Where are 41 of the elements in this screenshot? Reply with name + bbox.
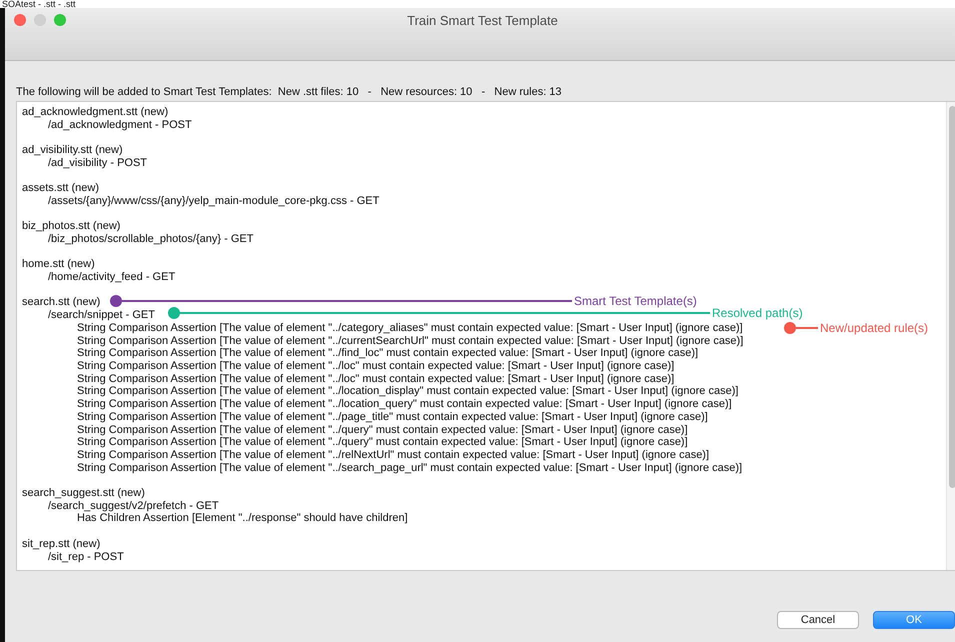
rule-text: String Comparison Assertion [The value of element "../category_aliases" must contain expected value: [Smart - User Input] (ignore case)]: [77, 322, 743, 335]
close-icon[interactable]: [14, 14, 26, 26]
callout-label: Smart Test Template(s): [573, 294, 697, 308]
background-window-title: SOAtest - .stt - .stt: [1, 0, 77, 8]
minimize-icon[interactable]: [34, 14, 46, 26]
resource-path: /search_suggest/v2/prefetch - GET: [48, 500, 219, 512]
file-name: assets.stt (new): [22, 182, 100, 195]
zoom-icon[interactable]: [54, 14, 66, 26]
rule-text: String Comparison Assertion [The value of element "../search_page_url" must contain expected value: [Smart - User Input] (ignore case)]: [77, 462, 742, 474]
rule-text: String Comparison Assertion [The value of element "../query" must contain expected value: [Smart - User Input] (ignore case)]: [77, 424, 688, 436]
cancel-button[interactable]: Cancel: [777, 611, 859, 629]
rule-text: String Comparison Assertion [The value of element "../relNextUrl" must contain expected value: [Smart - User Input] (ignore case)]: [77, 448, 710, 462]
resource-path: /assets/{any}/www/css/{any}/yelp_main-module_core-pkg.css - GET: [48, 194, 380, 208]
file-name: search.stt (new): [22, 296, 100, 310]
rule-text: String Comparison Assertion [The value of element "../loc" must contain expected value: [Smart - User Input] (ignore case)]: [77, 360, 674, 373]
resource-path: /search/snippet - GET: [48, 309, 155, 322]
rule-text: String Comparison Assertion [The value of element "../currentSearchUrl" must contain expected value: [Smart - User Input] (ignore case)]: [77, 334, 744, 348]
resource-path: /ad_visibility - POST: [48, 156, 148, 170]
file-name: ad_acknowledgment.stt (new): [22, 106, 168, 119]
rule-text: String Comparison Assertion [The value of element "../loc" must contain expected value: [Smart - User Input] (ignore case)]: [77, 372, 674, 386]
resource-path: /sit_rep - POST: [48, 550, 124, 564]
scrollbar-thumb[interactable]: [949, 106, 955, 488]
resource-path: /biz_photos/scrollable_photos/{any} - GET: [48, 232, 254, 246]
rule-text: String Comparison Assertion [The value of element "../query" must contain expected value: [Smart - User Input] (ignore case)]: [77, 436, 688, 449]
rule-text: String Comparison Assertion [The value of element "../location_display" must contain expected value: [Smart - User Input] (ignore case)]: [77, 385, 738, 398]
window-title: Train Smart Test Template: [407, 13, 558, 28]
resource-path: /ad_acknowledgment - POST: [48, 118, 192, 132]
file-name: ad_visibility.stt (new): [22, 144, 123, 157]
rule-text: Has Children Assertion [Element "../response" should have children]: [77, 512, 408, 526]
summary-text: The following will be added to Smart Test Templates: New .stt files: 10 - New resources: 10 - New rules: 13: [16, 85, 563, 100]
callout-label: Resolved path(s): [711, 306, 803, 320]
callout-label: New/updated rule(s): [819, 321, 928, 335]
rule-text: String Comparison Assertion [The value of element "../location_query" must contain expected value: [Smart - User Input] (ignore case)]: [77, 398, 732, 411]
resource-path: /home/activity_feed - GET: [48, 271, 176, 284]
file-name: sit_rep.stt (new): [22, 538, 100, 550]
file-name: home.stt (new): [22, 258, 95, 272]
rule-text: String Comparison Assertion [The value of element "../page_title" must contain expected value: [Smart - User Input] (ignore case)]: [77, 410, 708, 424]
leader-line: [796, 327, 818, 329]
rule-text: String Comparison Assertion [The value of element "../find_loc" must contain expected value: [Smart - User Input] (ignore case)]: [77, 347, 698, 360]
file-name: search_suggest.stt (new): [22, 487, 145, 500]
file-name: biz_photos.stt (new): [22, 220, 120, 233]
